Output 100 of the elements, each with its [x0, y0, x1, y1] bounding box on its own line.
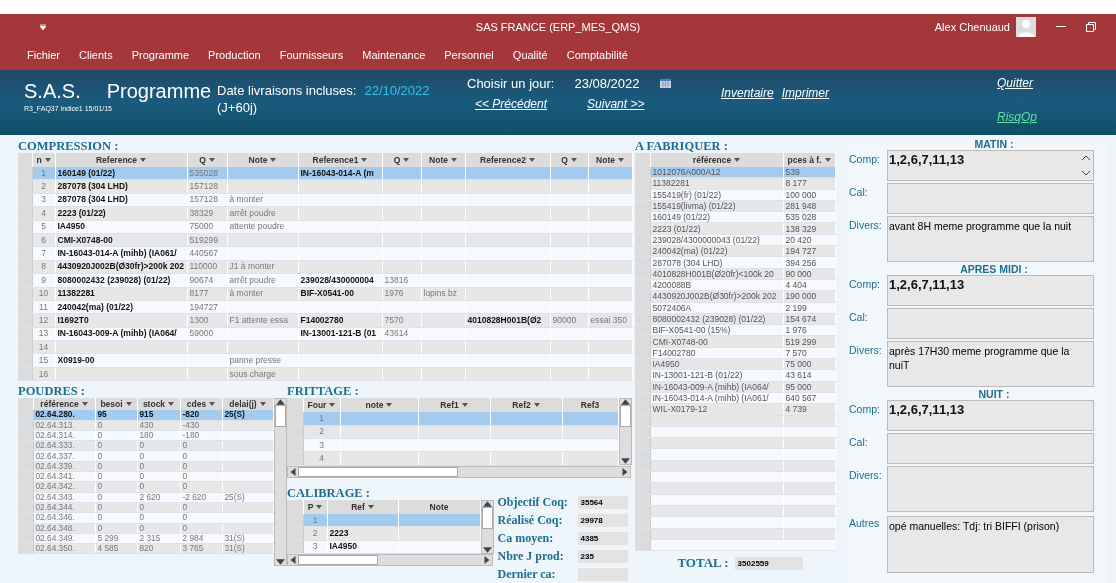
quit-link[interactable]: Quitter [997, 76, 1037, 90]
table-row[interactable]: 1012076A000A12 539 [635, 167, 835, 178]
dropdown-arrow-icon[interactable] [361, 158, 368, 162]
table-row[interactable]: 02.64.349. 5 299 2 315 2 984 31(S) [18, 533, 273, 544]
table-row[interactable]: 02.64.313. 0 430 -430 [18, 420, 273, 431]
table-row[interactable]: 155419(livma) (01/22) 281 948 [635, 200, 835, 212]
dropdown-arrow-icon[interactable] [528, 158, 535, 162]
table-row[interactable]: 02.64.350. 4 585 820 3 765 31(S) [18, 543, 273, 554]
scroll-right-icon[interactable] [622, 467, 628, 476]
column-header[interactable]: Reference1 [298, 153, 382, 167]
table-row[interactable]: 02.64.346. 0 0 0 [18, 512, 273, 523]
table-row[interactable]: 02.64.339. 0 0 0 [18, 461, 273, 472]
user-avatar-icon[interactable] [1016, 17, 1036, 37]
table-row[interactable]: 160149 (01/22) 535 028 [635, 211, 835, 223]
text-field[interactable]: 1,2,6,7,11,13 [887, 275, 1094, 306]
column-header[interactable]: Ref3 [562, 398, 618, 413]
record-selector[interactable] [635, 460, 650, 472]
record-selector[interactable] [18, 450, 33, 462]
record-selector[interactable] [635, 415, 650, 427]
column-header[interactable]: Note [398, 499, 480, 514]
table-row[interactable]: BIF-X0541-00 (15%) 1 976 [635, 324, 835, 336]
scroll-thumb[interactable] [298, 466, 458, 477]
record-selector[interactable] [287, 412, 303, 426]
text-field[interactable] [887, 183, 1094, 214]
menu-item[interactable]: Comptabilité [559, 49, 635, 61]
dropdown-arrow-icon[interactable] [270, 158, 277, 162]
table-row[interactable]: 02.64.343. 0 2 620 -2 620 25(S) [18, 492, 273, 503]
header-link[interactable]: Imprimer [781, 86, 830, 100]
record-selector[interactable] [18, 523, 33, 534]
record-selector[interactable] [635, 324, 650, 336]
record-selector[interactable] [635, 539, 650, 551]
quick-access-icon[interactable] [40, 24, 46, 30]
record-selector[interactable] [635, 245, 650, 257]
risqop-link[interactable]: RisqOp [997, 110, 1037, 124]
column-header[interactable]: cdes [180, 398, 222, 411]
dropdown-arrow-icon[interactable] [617, 158, 624, 162]
record-selector[interactable] [18, 430, 33, 441]
column-header[interactable]: référence [33, 398, 95, 411]
column-header[interactable]: P [303, 499, 327, 514]
column-header[interactable]: Reference [55, 153, 187, 167]
record-selector[interactable] [635, 234, 650, 246]
table-row[interactable]: 02.64.337. 0 0 0 [18, 450, 273, 462]
table-row[interactable]: 02.64.280. 95 915 -820 25(S) [18, 410, 273, 421]
column-header[interactable]: Q [382, 153, 421, 167]
table-row[interactable]: 1 160149 (01/22) 535028 IN-16043-014-A (m [18, 167, 632, 180]
dropdown-arrow-icon[interactable] [533, 403, 540, 408]
record-selector[interactable] [635, 426, 650, 438]
record-selector[interactable] [18, 440, 33, 451]
table-row[interactable]: 02.64.333. 0 0 0 [18, 440, 273, 451]
scroll-down-icon[interactable] [1082, 171, 1090, 176]
menu-item[interactable]: Production [201, 49, 268, 61]
dropdown-arrow-icon[interactable] [824, 158, 831, 162]
dropdown-arrow-icon[interactable] [570, 158, 577, 162]
minimize-icon[interactable] [1056, 26, 1066, 28]
dropdown-arrow-icon[interactable] [168, 402, 175, 407]
scroll-thumb[interactable] [481, 506, 493, 529]
dropdown-arrow-icon[interactable] [125, 402, 132, 407]
header-corner[interactable] [18, 398, 33, 411]
text-field[interactable]: après 17H30 meme programme que la nuiT [887, 341, 1094, 387]
record-selector[interactable] [635, 279, 650, 291]
text-field[interactable]: 1,2,6,7,11,13 [887, 400, 1094, 431]
header-corner[interactable] [18, 153, 32, 167]
record-selector[interactable] [18, 502, 33, 513]
dropdown-arrow-icon[interactable] [259, 402, 266, 407]
record-selector[interactable] [635, 381, 650, 393]
text-field[interactable] [887, 308, 1094, 339]
scroll-thumb[interactable] [274, 405, 286, 428]
record-selector[interactable] [635, 167, 650, 178]
record-selector[interactable] [18, 543, 33, 554]
scroll-right-icon[interactable] [484, 556, 490, 564]
record-selector[interactable] [635, 505, 650, 517]
dropdown-arrow-icon[interactable] [140, 158, 147, 162]
table-row[interactable]: 02.64.314. 0 180 -180 [18, 430, 273, 441]
table-row[interactable]: IN-16043-009-A (mihb) (IA064/ 95 000 [635, 381, 835, 393]
header-link[interactable]: Inventaire [721, 86, 774, 100]
dropdown-arrow-icon[interactable] [208, 158, 215, 162]
table-row[interactable]: 155419(fr) (01/22) 100 000 [635, 189, 835, 201]
record-selector[interactable] [635, 358, 650, 370]
record-selector[interactable] [18, 410, 33, 421]
scroll-up-icon[interactable] [1082, 155, 1090, 160]
dropdown-arrow-icon[interactable] [81, 402, 88, 407]
dropdown-arrow-icon[interactable] [367, 504, 374, 509]
column-header[interactable]: Note [421, 153, 465, 167]
column-header[interactable]: Ref [327, 499, 398, 514]
table-row[interactable]: 4010828H001B(Ø20fr)<100k 20 90 000 [635, 268, 835, 280]
record-selector[interactable] [635, 347, 650, 359]
scroll-left-icon[interactable] [290, 556, 296, 564]
dropdown-arrow-icon[interactable] [734, 158, 741, 162]
scroll-thumb[interactable] [619, 405, 631, 428]
column-header[interactable]: stock [137, 398, 180, 411]
text-field[interactable]: opé manuelles: Tdj: tri BIFFI (prison) [887, 516, 1094, 573]
header-corner[interactable] [635, 153, 650, 167]
record-selector[interactable] [18, 533, 33, 544]
menu-item[interactable]: Fichier [20, 49, 67, 61]
table-row[interactable]: 02.64.348. 0 0 0 [18, 523, 273, 534]
record-selector[interactable] [18, 167, 32, 180]
menu-item[interactable]: Qualité [505, 49, 555, 61]
table-row[interactable]: 5072406A 2 199 [635, 302, 835, 314]
table-row[interactable]: 239028/4300000043 (01/22) 20 420 [635, 234, 835, 246]
header-corner[interactable] [287, 499, 303, 514]
